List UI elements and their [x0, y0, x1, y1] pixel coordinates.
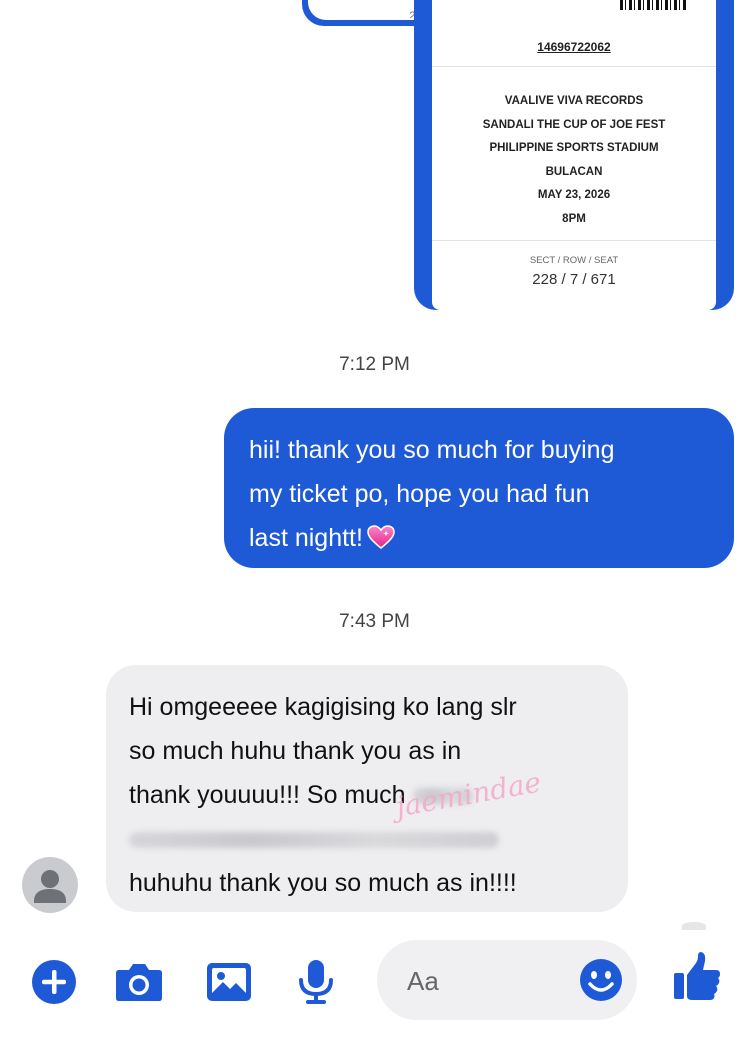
ticket-divider — [432, 240, 716, 241]
voice-button[interactable] — [291, 957, 341, 1007]
ticket-line: MAY 23, 2026 — [537, 189, 611, 201]
ticket-line: 8PM — [562, 212, 586, 225]
gallery-button[interactable] — [204, 957, 254, 1007]
microphone-icon — [299, 960, 333, 1004]
ticket-line: VAALIVE VIVA RECORDS — [504, 95, 644, 107]
message-text-line: Hi omgeeeee kagigising ko lang slr — [129, 693, 517, 721]
avatar[interactable] — [22, 857, 78, 913]
ticket-line: SANDALI THE CUP OF JOE FEST — [482, 118, 666, 131]
ticket-line: BULACAN — [545, 165, 603, 178]
ticket-divider — [432, 66, 716, 67]
heart-icon — [367, 525, 395, 549]
seat-label: SECT / ROW / SEAT — [529, 255, 619, 266]
message-text-line: hii! thank you so much for buying — [249, 436, 615, 464]
ticket-details: VAALIVE VIVA RECORDS SANDALI THE CUP OF … — [432, 90, 716, 231]
plus-icon — [32, 960, 76, 1004]
emoji-icon[interactable] — [579, 958, 623, 1002]
ticket-image-bubble[interactable]: 14696722062 VAALIVE VIVA RECORDS SANDALI… — [414, 0, 734, 310]
like-button[interactable] — [672, 952, 722, 1002]
typing-indicator — [682, 922, 706, 930]
received-message-bubble[interactable]: Hi omgeeeee kagigising ko lang slr so mu… — [106, 665, 628, 912]
ticket-id: 14696722062 — [537, 40, 611, 54]
message-timestamp: 7:12 PM — [339, 354, 410, 375]
message-text-line: huhuhu thank you so much as in!!!! — [129, 869, 517, 897]
camera-icon — [116, 964, 162, 1001]
message-text-line: last nightt! — [249, 524, 363, 552]
barcode — [620, 0, 686, 10]
composer-bar — [0, 935, 749, 1037]
sent-message-bubble[interactable]: hii! thank you so much for buying my tic… — [224, 408, 734, 568]
image-icon — [207, 963, 251, 1001]
ticket-line: PHILIPPINE SPORTS STADIUM — [489, 142, 659, 154]
message-timestamp: 7:43 PM — [339, 611, 410, 632]
add-button[interactable] — [29, 957, 79, 1007]
ticket-image: 14696722062 VAALIVE VIVA RECORDS SANDALI… — [432, 0, 716, 310]
redacted-text — [129, 832, 499, 849]
message-input-container[interactable] — [377, 940, 637, 1020]
seat-value: 228 / 7 / 671 — [532, 271, 616, 288]
message-text-line: my ticket po, hope you had fun — [249, 480, 590, 508]
camera-button[interactable] — [114, 957, 164, 1007]
user-icon — [34, 870, 66, 903]
message-input[interactable] — [405, 962, 569, 1000]
message-text-line: thank youuuu!!! So much — [129, 781, 406, 809]
thumbs-up-icon — [674, 952, 720, 1000]
